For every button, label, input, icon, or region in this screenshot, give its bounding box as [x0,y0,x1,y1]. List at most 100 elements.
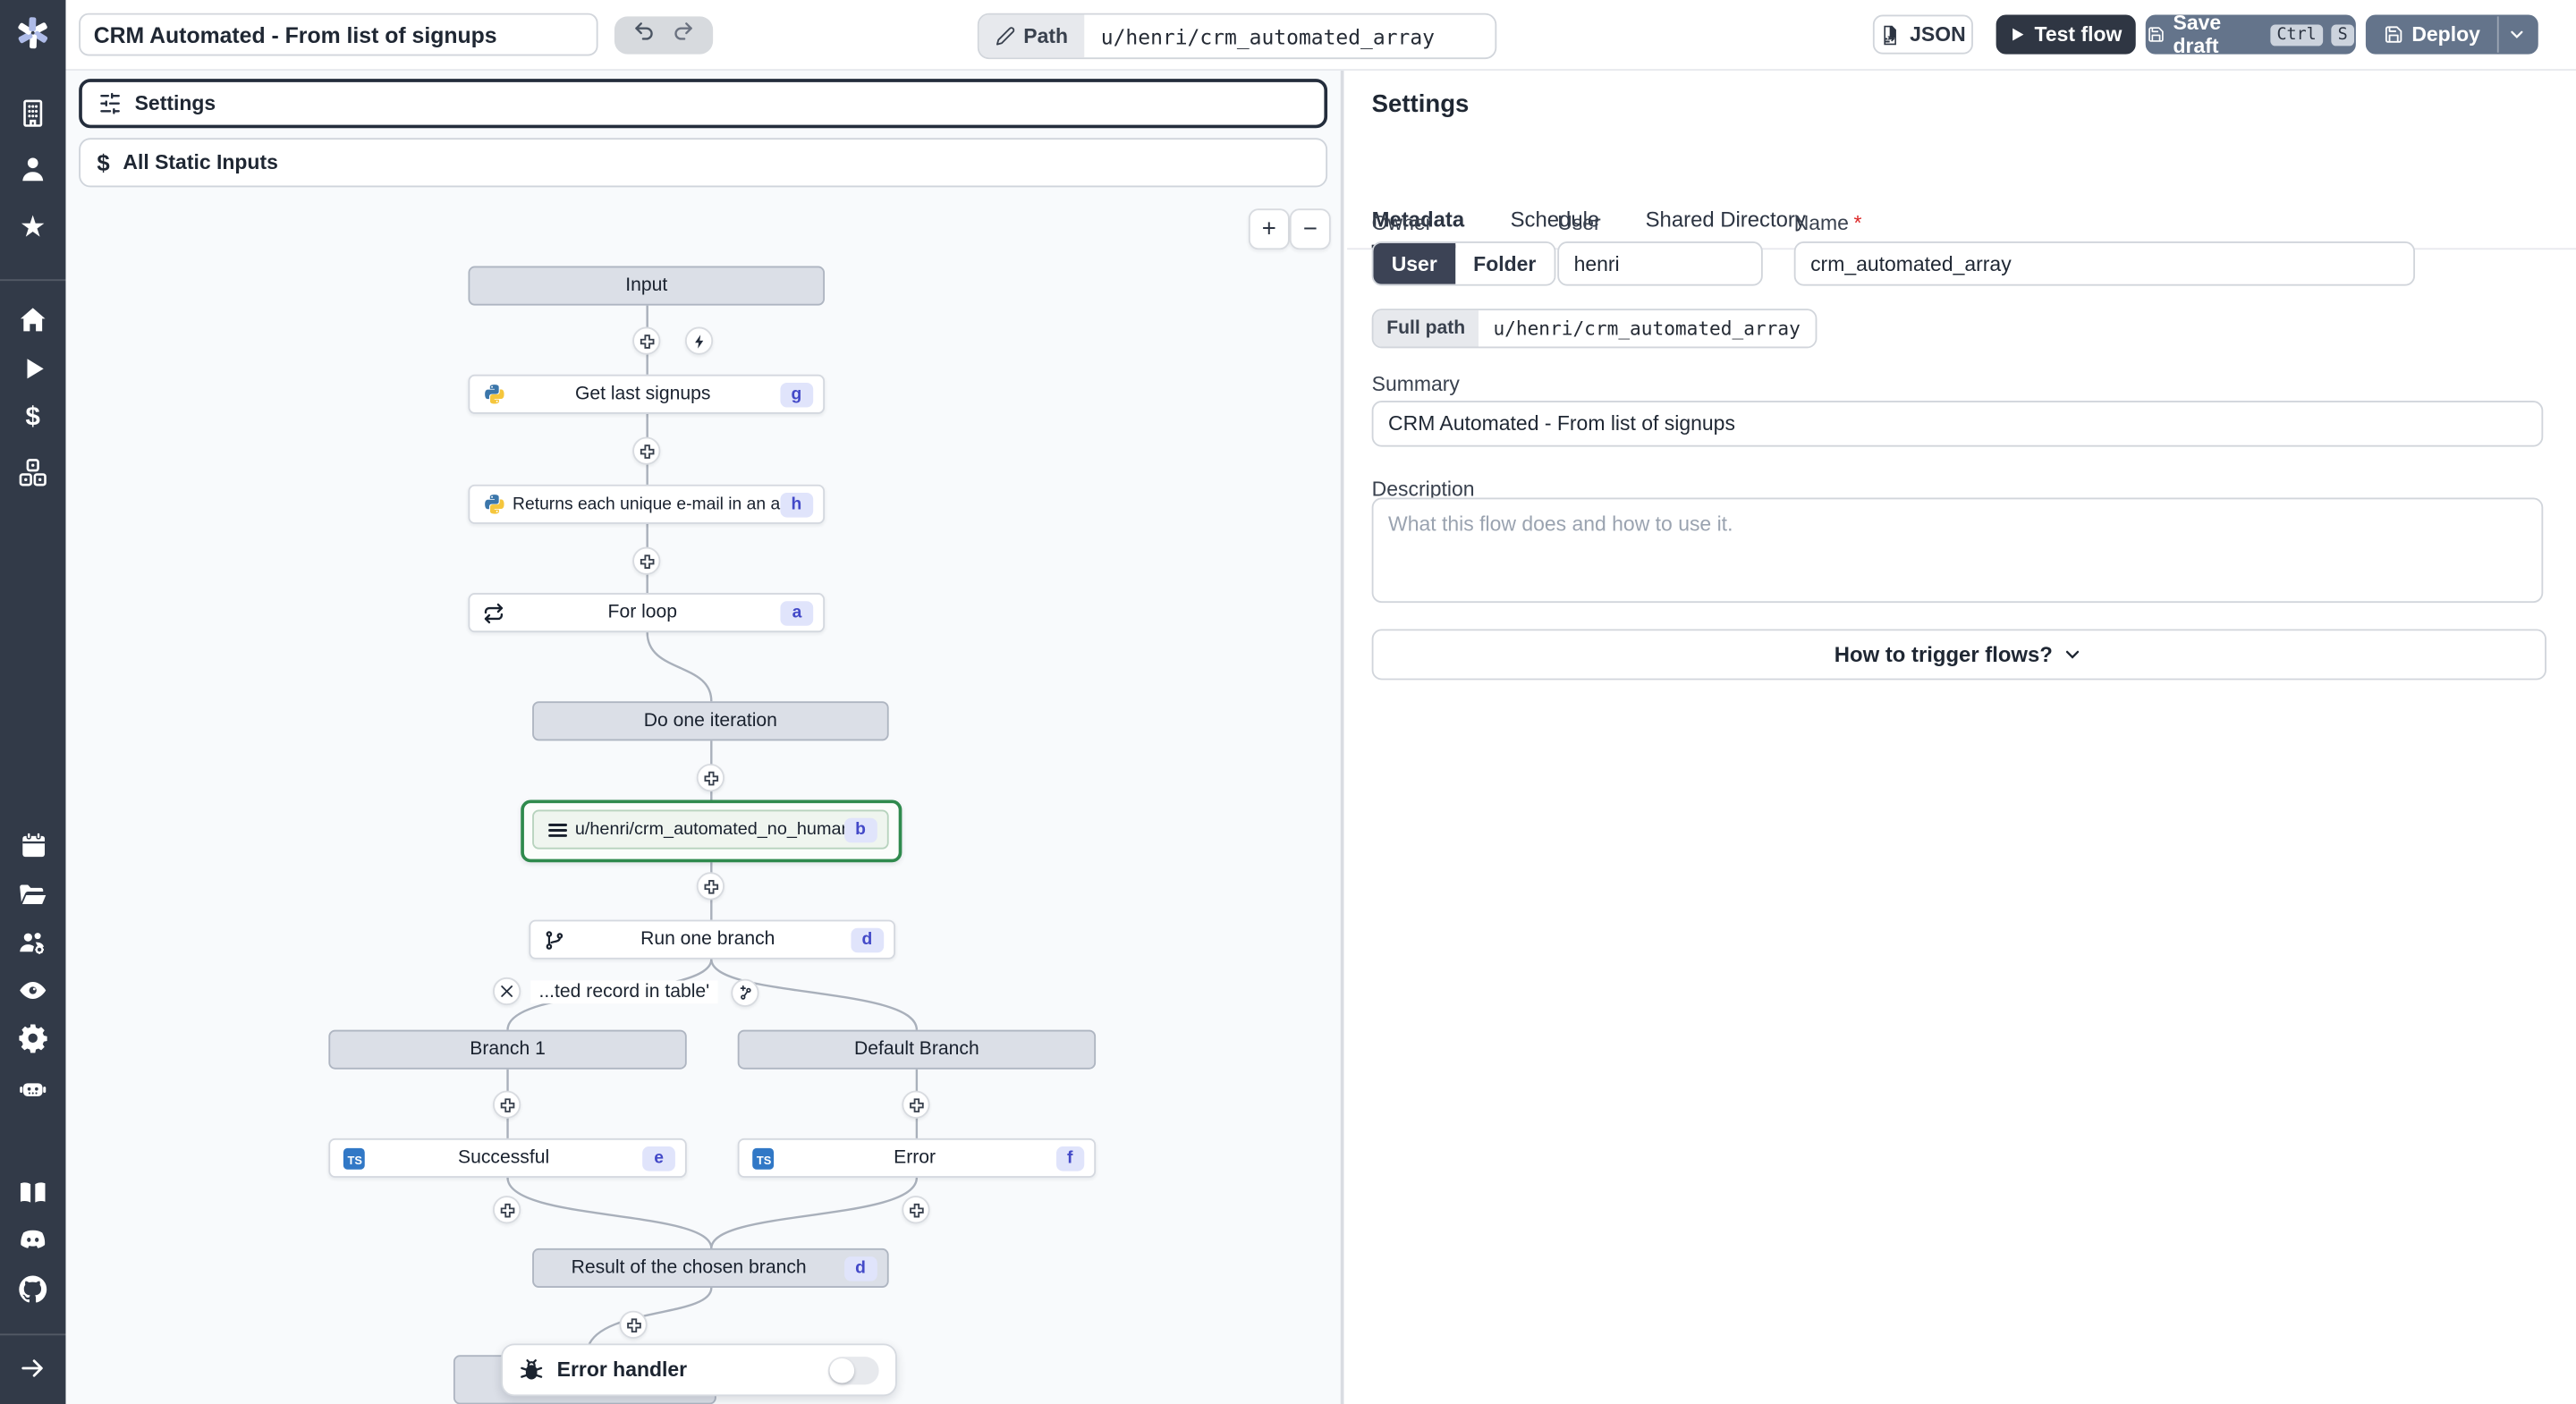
json-button[interactable]: JSON [1872,14,1973,55]
python-icon [483,383,506,406]
node-get-last-signups[interactable]: Get last signups g [468,374,826,414]
node-subflow[interactable]: u/henri/crm_automated_no_human b [532,809,889,850]
sidebar-divider [0,1333,66,1336]
full-path-value: u/henri/crm_automated_array [1478,310,1816,347]
node-error[interactable]: TS Error f [737,1138,1097,1178]
redo-icon[interactable] [673,20,696,51]
windmill-flow-editor: ★ $ CRM Automated - From list of signups… [0,0,2576,1404]
home-icon[interactable] [0,304,65,337]
step-id-badge: e [642,1146,675,1171]
kbd-s: S [2331,23,2355,46]
step-id-badge: b [843,816,877,842]
repeat-icon [483,602,504,623]
add-step-button[interactable] [902,1090,930,1119]
flow-title-input[interactable] [79,13,598,56]
zoom-out-button[interactable]: − [1289,208,1331,250]
user-icon[interactable] [0,153,65,186]
summary-label: Summary [1371,372,1460,396]
node-input[interactable]: Input [468,266,826,306]
node-successful[interactable]: TS Successful e [328,1138,687,1178]
settings-gear-icon[interactable] [0,1021,65,1054]
flow-canvas[interactable]: + − Input Get last signups g Returns eac… [65,197,1343,1404]
pencil-icon [996,27,1015,46]
node-do-one-iteration[interactable]: Do one iteration [532,701,889,741]
settings-panel: Settings Metadata Schedule Shared Direct… [1347,69,2576,1404]
add-branch-button[interactable] [731,978,759,1007]
variables-dollar-icon[interactable]: $ [0,404,65,434]
add-step-button[interactable] [632,546,661,575]
error-handler-toggle[interactable] [827,1356,879,1384]
discord-icon[interactable] [0,1223,65,1256]
node-run-one-branch[interactable]: Run one branch d [529,919,896,960]
node-for-loop[interactable]: For loop a [468,593,826,633]
plus-icon [909,1202,923,1217]
name-label: Name * [1793,211,1862,235]
runs-play-icon[interactable] [0,355,65,383]
all-static-inputs-bar[interactable]: $ All Static Inputs [79,138,1328,188]
add-step-button[interactable] [619,1310,648,1339]
add-step-button[interactable] [632,326,661,355]
folders-icon[interactable] [0,879,65,912]
test-flow-button[interactable]: Test flow [1996,14,2136,55]
close-icon [501,985,513,997]
deploy-dropdown[interactable] [2496,16,2537,53]
add-step-button[interactable] [696,764,724,792]
branch-predicate-label[interactable]: ...ted record in table' [530,980,718,1004]
name-input[interactable] [1793,241,2415,286]
typescript-icon: TS [343,1146,365,1169]
add-step-button[interactable] [632,436,661,465]
plus-icon [703,770,718,785]
plus-icon [639,554,654,569]
plus-icon [499,1097,514,1112]
typescript-icon: TS [752,1146,775,1169]
kbd-ctrl: Ctrl [2270,23,2324,46]
workspace-icon[interactable] [0,97,65,130]
node-unique-emails[interactable]: Returns each unique e-mail in an array h [468,484,826,524]
favorites-star-icon[interactable]: ★ [0,210,65,245]
add-step-button[interactable] [493,1090,521,1119]
chevron-down-icon [2511,30,2524,38]
sidebar: ★ $ [0,0,66,1404]
description-textarea[interactable] [1371,497,2544,604]
owner-segmented-control: User Folder [1371,241,1556,286]
remove-branch-button[interactable] [493,977,521,1006]
collapse-arrow-icon[interactable] [0,1353,65,1383]
user-label: User [1557,211,1601,235]
github-icon[interactable] [0,1273,65,1306]
node-subflow-selected[interactable]: u/henri/crm_automated_no_human b [521,799,902,863]
groups-gear-icon[interactable] [0,926,65,960]
add-step-button[interactable] [493,1196,521,1224]
zoom-in-button[interactable]: + [1248,208,1290,250]
flow-settings-bar[interactable]: Settings [79,79,1328,129]
owner-option-user[interactable]: User [1373,242,1455,284]
error-handler-card[interactable]: Error handler [501,1343,897,1397]
owner-option-folder[interactable]: Folder [1454,242,1555,284]
step-id-badge: d [850,926,885,952]
step-id-badge: a [780,600,814,625]
bolt-icon [694,334,703,348]
add-step-button[interactable] [902,1196,930,1224]
summary-input[interactable] [1371,401,2544,447]
schedules-calendar-icon[interactable] [0,830,65,861]
workers-robot-icon[interactable] [0,1071,65,1104]
full-path-field: Full path u/henri/crm_automated_array [1371,309,1818,349]
step-id-badge: f [1055,1146,1085,1171]
plus-icon [639,334,654,348]
save-draft-button[interactable]: Save draft Ctrl S [2145,12,2356,57]
deploy-button[interactable]: Deploy [2365,14,2538,55]
add-step-button[interactable] [696,872,724,901]
audit-eye-icon[interactable] [0,974,65,1007]
resources-cubes-icon[interactable] [0,457,65,490]
node-default-branch[interactable]: Default Branch [737,1029,1097,1070]
node-result[interactable]: Result of the chosen branch d [532,1248,889,1288]
path-field[interactable]: Path u/henri/crm_automated_array [977,13,1497,60]
settings-heading: Settings [1371,90,1470,119]
how-to-trigger-flows-button[interactable]: How to trigger flows? [1371,629,2546,681]
undo-icon[interactable] [632,20,656,51]
flow-graph-panel: Settings $ All Static Inputs + − Input G… [65,69,1344,1404]
node-branch-1[interactable]: Branch 1 [328,1029,687,1070]
trigger-bolt-button[interactable] [684,326,714,355]
docs-book-icon[interactable] [0,1176,65,1209]
user-input[interactable] [1557,241,1763,286]
windmill-logo[interactable] [0,13,65,53]
